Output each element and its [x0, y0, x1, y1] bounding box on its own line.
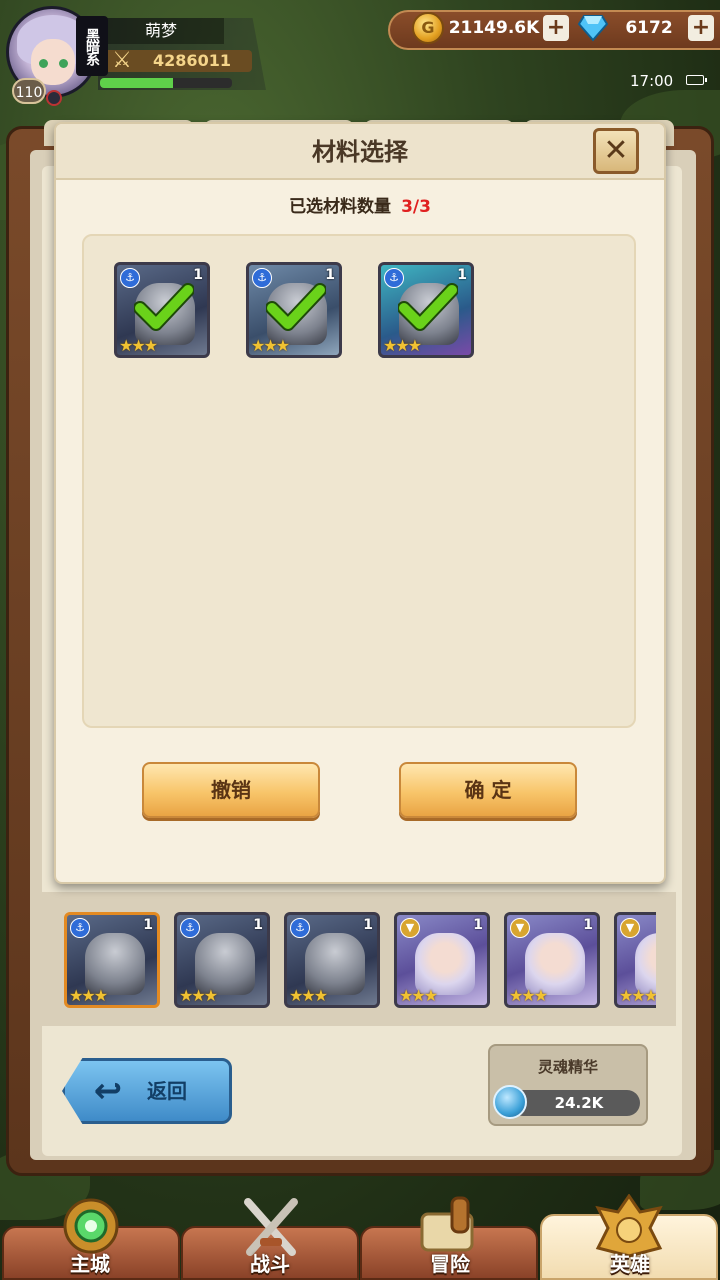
nav-label-adventure: 冒险: [430, 1252, 470, 1276]
selected-material-slot[interactable]: ⚓ 1 ★★★: [378, 262, 478, 362]
avatar-eye: [39, 59, 48, 68]
checkmark-icon: [398, 283, 458, 331]
nav-label-heroes: 英雄: [610, 1252, 650, 1276]
gem-value: 6172: [625, 18, 673, 38]
hero-count: 1: [583, 917, 593, 933]
hero-count: 1: [143, 917, 153, 933]
soul-essence-icon: [493, 1085, 527, 1119]
hero-count: 1: [473, 917, 483, 933]
player-avatar-button[interactable]: 黑暗系 110: [6, 6, 108, 106]
hero-count: 1: [253, 917, 263, 933]
star-rating: ★★★: [383, 336, 422, 355]
back-button-label: 返回: [147, 1079, 187, 1103]
cancel-button[interactable]: 撤销: [142, 762, 320, 818]
soul-essence-value: 24.2K: [554, 1094, 604, 1112]
anchor-icon: ⚓: [290, 918, 310, 938]
selected-count-value: 3/3: [401, 197, 431, 217]
hero-count: 1: [363, 917, 373, 933]
avatar-eye: [59, 59, 68, 68]
add-gold-button[interactable]: +: [543, 15, 569, 41]
checkmark-icon: [266, 283, 326, 331]
star-rating: ★★★: [289, 986, 328, 1005]
anchor-icon: ⚓: [70, 918, 90, 938]
shield-icon: ▼: [620, 918, 640, 938]
status-icon: [46, 90, 62, 106]
clock-time: 17:00: [630, 72, 674, 90]
selected-count-label: 已选材料数量: [289, 197, 392, 217]
dialog-title: 材料选择: [312, 138, 408, 166]
player-level-badge: 110: [12, 78, 46, 104]
hero-count: 1: [193, 267, 203, 283]
hero-list-item-card[interactable]: ⚓ 1 ★★★: [284, 912, 380, 1008]
selected-material-slot[interactable]: ⚓ 1 ★★★: [246, 262, 346, 362]
experience-bar-fill: [100, 78, 173, 88]
star-rating: ★★★: [619, 986, 656, 1005]
nav-label-main-city: 主城: [70, 1252, 110, 1276]
selected-material-slot[interactable]: ⚓ 1 ★★★: [114, 262, 214, 362]
confirm-button[interactable]: 确 定: [399, 762, 577, 818]
player-title-tag: 黑暗系: [76, 16, 108, 76]
hero-list-item-card[interactable]: ⚓ 1 ★★★: [174, 912, 270, 1008]
shield-icon: ▼: [400, 918, 420, 938]
gold-value: 21149.6K: [448, 18, 540, 38]
star-rating: ★★★: [119, 336, 158, 355]
hero-card-list[interactable]: ⚓1★★★⚓1★★★⚓1★★★▼1★★★▼1★★★▼1★★★: [62, 908, 656, 1012]
anchor-icon: ⚓: [180, 918, 200, 938]
player-name: 萌梦: [98, 18, 224, 44]
hero-list-item-card[interactable]: ⚓ 1 ★★★: [64, 912, 160, 1008]
crossed-swords-icon: ⚔: [112, 48, 132, 73]
hero-count: 1: [457, 267, 467, 283]
shield-icon: ▼: [510, 918, 530, 938]
add-gems-button[interactable]: +: [688, 15, 714, 41]
star-rating: ★★★: [179, 986, 218, 1005]
diamond-gem-icon: [578, 15, 608, 42]
hero-list-item-card[interactable]: ▼ 1 ★★★: [394, 912, 490, 1008]
return-arrow-icon: ↩: [93, 1071, 123, 1111]
hero-list-item-card[interactable]: ▼1★★★: [614, 912, 656, 1008]
close-button[interactable]: ✕: [593, 128, 639, 174]
hero-count: 1: [325, 267, 335, 283]
selected-count-line: 已选材料数量 3/3: [56, 192, 664, 222]
star-rating: ★★★: [509, 986, 548, 1005]
experience-bar: [100, 78, 232, 88]
gold-coin-icon: G: [412, 12, 444, 44]
star-rating: ★★★: [399, 986, 438, 1005]
nav-label-battle: 战斗: [250, 1252, 290, 1276]
star-rating: ★★★: [69, 986, 108, 1005]
combat-power-value: 4286011: [153, 51, 231, 70]
checkmark-icon: [134, 283, 194, 331]
battery-icon: [686, 75, 707, 85]
star-rating: ★★★: [251, 336, 290, 355]
hero-list-item-card[interactable]: ▼ 1 ★★★: [504, 912, 600, 1008]
soul-essence-title: 灵魂精华: [537, 1058, 598, 1076]
